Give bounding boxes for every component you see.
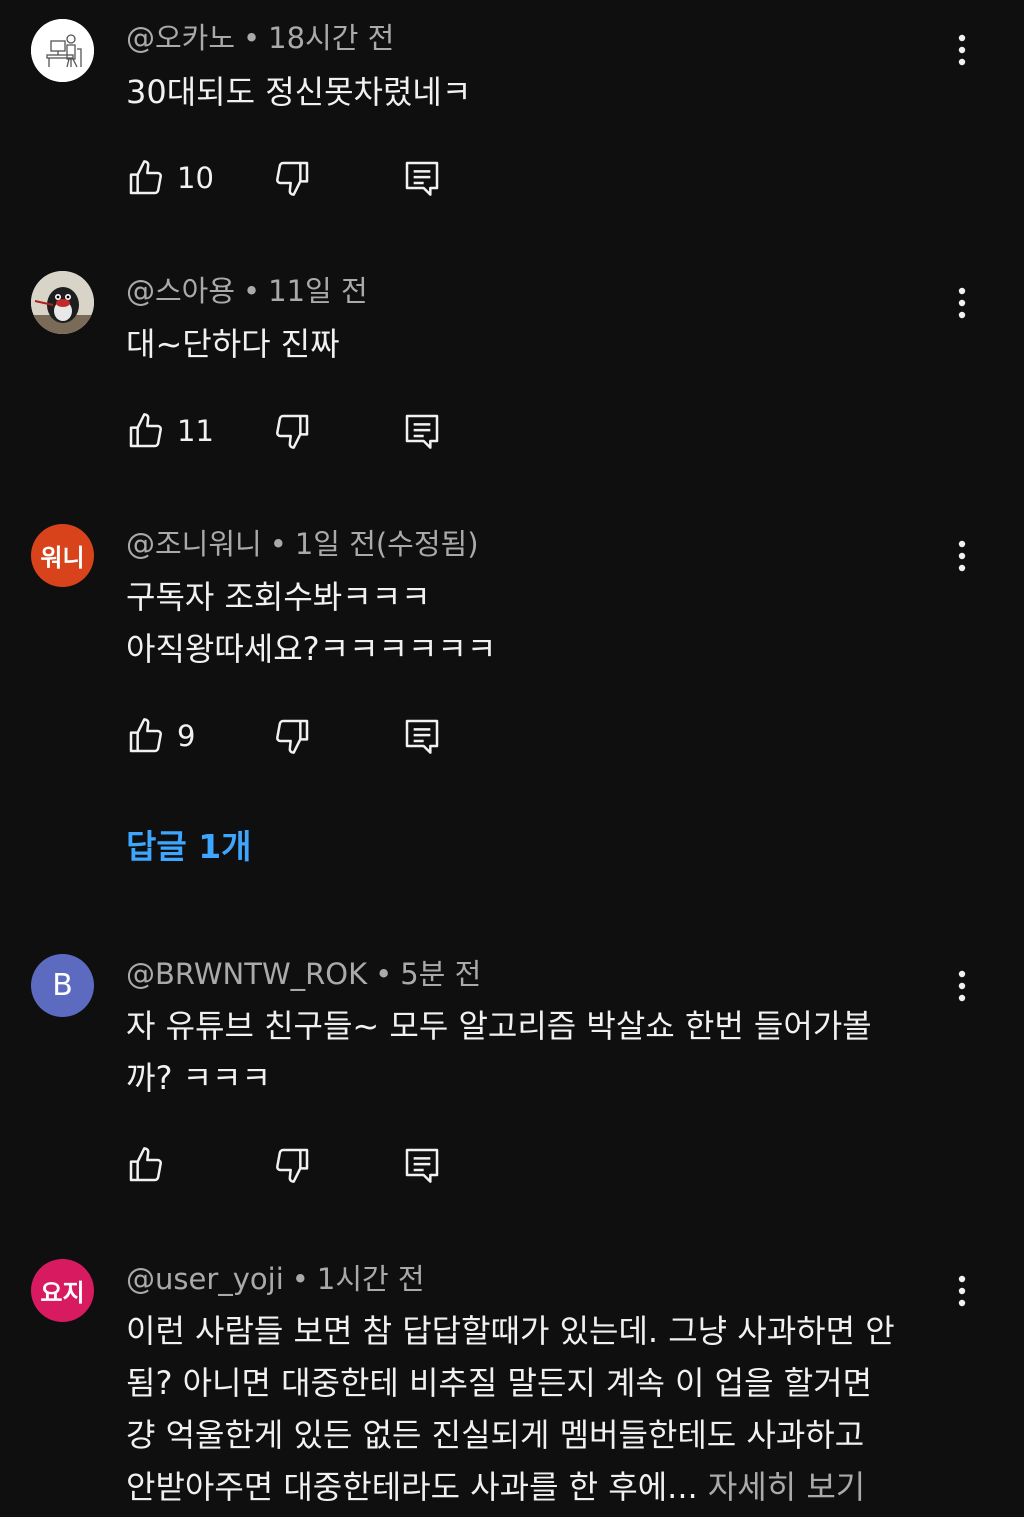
more-vert-icon[interactable] [946, 536, 978, 576]
comment-line: 대~단하다 진짜 [126, 325, 340, 363]
comment-line: 걍 억울한게 있든 없든 진실되게 멤버들한테도 사과하고 [126, 1416, 865, 1454]
comment-line: 구독자 조회수봐ㅋㅋㅋ [126, 578, 431, 616]
comment-text: 30대되도 정신못차렸네ㅋ [126, 66, 956, 118]
comment-actions: 9 [126, 716, 486, 760]
comment-text: 자 유튜브 친구들~ 모두 알고리즘 박살쇼 한번 들어가볼 까? ㅋㅋㅋ [126, 1000, 956, 1104]
thumbs-down-icon[interactable] [272, 716, 312, 756]
thumbs-up-icon[interactable] [126, 716, 166, 756]
author-name[interactable]: @스아용 [126, 274, 235, 308]
comment-line: 이런 사람들 보면 참 답답할때가 있는데. 그냥 사과하면 안 [126, 1312, 895, 1350]
comment-line: 30대되도 정신못차렸네ㅋ [126, 73, 472, 111]
timestamp: 1일 전(수정됨) [294, 527, 479, 561]
comment-line: 됨? 아니면 대중한테 비추질 말든지 계속 이 업을 할거면 [126, 1364, 873, 1402]
author-name[interactable]: @조니워니 [126, 527, 262, 561]
timestamp: 1시간 전 [316, 1262, 425, 1296]
avatar-initials: B [52, 968, 73, 1003]
comment-text: 이런 사람들 보면 참 답답할때가 있는데. 그냥 사과하면 안 됨? 아니면 … [126, 1305, 956, 1513]
author-name[interactable]: @오카노 [126, 21, 235, 55]
separator-dot: • [375, 957, 393, 991]
avatar[interactable]: B [31, 954, 94, 1017]
separator-dot: • [243, 274, 261, 308]
avatar[interactable] [31, 19, 94, 82]
reply-icon[interactable] [402, 411, 442, 451]
reply-icon[interactable] [402, 716, 442, 756]
timestamp: 18시간 전 [268, 21, 395, 55]
thumbs-down-icon[interactable] [272, 1145, 312, 1185]
avatar[interactable]: 요지 [31, 1259, 94, 1322]
comment-header: @BRWNTW_ROK • 5분 전 [126, 954, 481, 994]
avatar-drawing-icon [31, 19, 94, 82]
timestamp: 5분 전 [400, 957, 482, 991]
comment-header: @오카노 • 18시간 전 [126, 18, 394, 58]
thumbs-down-icon[interactable] [272, 158, 312, 198]
like-count: 11 [177, 414, 214, 448]
thumbs-up-icon[interactable] [126, 158, 166, 198]
more-vert-icon[interactable] [946, 30, 978, 70]
comment-line: 까? ㅋㅋㅋ [126, 1059, 271, 1097]
avatar[interactable]: 워니 [31, 524, 94, 587]
comment-actions: 11 [126, 411, 486, 455]
author-name[interactable]: @user_yoji [126, 1262, 284, 1296]
comment-actions [126, 1145, 486, 1189]
more-vert-icon[interactable] [946, 283, 978, 323]
avatar[interactable] [31, 271, 94, 334]
comment-line: 아직왕따세요?ㅋㅋㅋㅋㅋㅋ [126, 630, 497, 668]
comment-text: 대~단하다 진짜 [126, 318, 956, 370]
comment-actions: 10 [126, 158, 486, 202]
author-name[interactable]: @BRWNTW_ROK [126, 957, 367, 991]
thumbs-up-icon[interactable] [126, 411, 166, 451]
thumbs-down-icon[interactable] [272, 411, 312, 451]
reply-icon[interactable] [402, 158, 442, 198]
separator-dot: • [243, 21, 261, 55]
read-more-link[interactable]: 자세히 보기 [708, 1468, 865, 1506]
comment-line: 안받아주면 대중한테라도 사과를 한 후에... [126, 1468, 698, 1506]
avatar-initials: 워니 [40, 544, 85, 572]
comment-text: 구독자 조회수봐ㅋㅋㅋ 아직왕따세요?ㅋㅋㅋㅋㅋㅋ [126, 571, 956, 675]
separator-dot: • [269, 527, 287, 561]
like-count: 10 [177, 161, 214, 195]
comment-header: @user_yoji • 1시간 전 [126, 1259, 425, 1299]
separator-dot: • [291, 1262, 309, 1296]
comment-line: 자 유튜브 친구들~ 모두 알고리즘 박살쇼 한번 들어가볼 [126, 1007, 872, 1045]
view-replies-link[interactable]: 답글 1개 [126, 824, 252, 870]
reply-icon[interactable] [402, 1145, 442, 1185]
avatar-penguin-icon [31, 271, 94, 334]
thumbs-up-icon[interactable] [126, 1145, 166, 1185]
timestamp: 11일 전 [268, 274, 368, 308]
comment-header: @스아용 • 11일 전 [126, 271, 368, 311]
avatar-initials: 요지 [40, 1279, 85, 1307]
comment-line-last: 안받아주면 대중한테라도 사과를 한 후에... 자세히 보기 [126, 1461, 956, 1513]
like-count: 9 [177, 719, 196, 753]
comment-header: @조니워니 • 1일 전(수정됨) [126, 524, 479, 564]
